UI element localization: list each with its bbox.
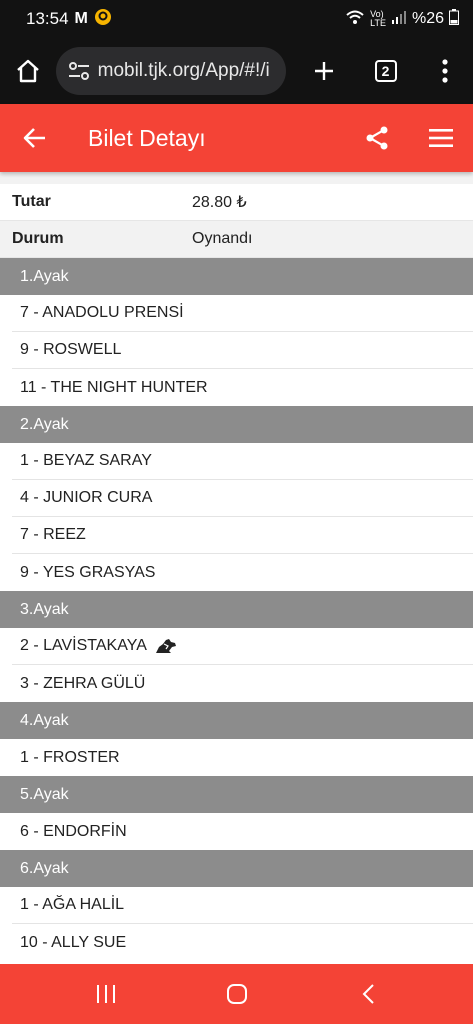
- volte-icon: Vo) LTE: [370, 9, 386, 28]
- horse-name: 3 - ZEHRA GÜLÜ: [20, 674, 146, 692]
- horse-name: 2 - LAVİSTAKAYA: [20, 637, 147, 654]
- status-time: 13:54: [26, 9, 69, 28]
- leg-horse-list: 6 - ENDORFİN: [0, 813, 473, 850]
- horse-row: 11 - THE NIGHT HUNTER: [12, 369, 473, 406]
- horse-row: 1 - BEYAZ SARAY: [12, 443, 473, 480]
- url-text: mobil.tjk.org/App/#!/i: [97, 60, 270, 81]
- arrow-back-icon: [23, 128, 45, 148]
- back-nav-button[interactable]: [338, 964, 398, 1024]
- leg-header: 1.Ayak: [0, 258, 473, 295]
- leg-header: 6.Ayak: [0, 850, 473, 887]
- horse-name: 1 - BEYAZ SARAY: [20, 452, 152, 469]
- horse-name: 7 - REEZ: [20, 526, 86, 543]
- horse-row: 6 - ENDORFİN: [12, 813, 473, 850]
- chevron-left-icon: [362, 984, 374, 1004]
- battery-icon: [449, 8, 459, 30]
- leg-horse-list: 1 - AĞA HALİL 10 - ALLY SUE: [0, 887, 473, 961]
- horse-row: 4 - JUNIOR CURA: [12, 480, 473, 517]
- browser-toolbar: mobil.tjk.org/App/#!/i 2: [0, 38, 473, 104]
- ticket-detail-content[interactable]: Tutar 28.80 ₺ Durum Oynandı 1.Ayak 7 - ANADO…: [0, 172, 473, 964]
- horse-row: 1 - AĞA HALİL: [12, 887, 473, 924]
- horse-name: 1 - FROSTER: [20, 748, 120, 766]
- info-row: Tutar 28.80 ₺: [0, 184, 473, 221]
- leg-horse-list: 7 - ANADOLU PRENSİ 9 - ROSWELL 11 - THE NI…: [0, 295, 473, 406]
- horse-row: 9 - YES GRASYAS: [12, 554, 473, 591]
- share-button[interactable]: [345, 104, 409, 172]
- horse-name: 9 - ROSWELL: [20, 341, 122, 358]
- ticket-info-list: Tutar 28.80 ₺ Durum Oynandı: [0, 184, 473, 258]
- more-vert-icon: [442, 59, 448, 83]
- tab-count: 2: [374, 60, 397, 82]
- menu-button[interactable]: [409, 104, 473, 172]
- gmail-icon: M: [74, 10, 88, 27]
- horse-row: 2 - LAVİSTAKAYA: [12, 628, 473, 665]
- horse-name: 4 - JUNIOR CURA: [20, 489, 153, 506]
- horse-name: 7 - ANADOLU PRENSİ: [20, 304, 184, 321]
- address-bar[interactable]: mobil.tjk.org/App/#!/i: [55, 47, 287, 95]
- horse-row: 1 - FROSTER: [12, 739, 473, 776]
- horse-name: 9 - YES GRASYAS: [20, 563, 156, 581]
- plus-icon: [314, 62, 333, 80]
- leg-horse-list: 2 - LAVİSTAKAYA 3 - ZEHRA GÜLÜ: [0, 628, 473, 702]
- info-value: 28.80 ₺: [192, 194, 247, 211]
- leg-header: 2.Ayak: [0, 406, 473, 443]
- leg-header: 3.Ayak: [0, 591, 473, 628]
- wifi-icon: [345, 9, 365, 30]
- share-icon: [366, 126, 388, 150]
- back-button[interactable]: [0, 104, 70, 172]
- app-header: Bilet Detayı: [0, 104, 473, 172]
- battery-level: %26: [411, 10, 444, 27]
- home-button[interactable]: [0, 38, 56, 104]
- info-row: Durum Oynandı: [0, 221, 473, 258]
- leg-horse-list: 1 - BEYAZ SARAY 4 - JUNIOR CURA 7 - REEZ 9 …: [0, 443, 473, 591]
- horse-name: 11 - THE NIGHT HUNTER: [20, 378, 208, 396]
- horse-name: 10 - ALLY SUE: [20, 933, 127, 951]
- winner-horse-icon: [155, 638, 177, 654]
- leg-header: 5.Ayak: [0, 776, 473, 813]
- app-notification-icon: [94, 8, 112, 31]
- horse-row: 10 - ALLY SUE: [12, 924, 473, 961]
- new-tab-button[interactable]: [296, 38, 352, 104]
- horse-row: 7 - ANADOLU PRENSİ: [12, 295, 473, 332]
- horse-name: 1 - AĞA HALİL: [20, 896, 125, 913]
- horse-name: 6 - ENDORFİN: [20, 822, 127, 840]
- horse-row: 7 - REEZ: [12, 517, 473, 554]
- tab-switcher-button[interactable]: 2: [358, 38, 414, 104]
- signal-icon: [391, 10, 407, 29]
- home-nav-button[interactable]: [207, 964, 267, 1024]
- home-circle-icon: [226, 984, 247, 1004]
- hamburger-icon: [429, 129, 453, 147]
- status-bar: 13:54 M Vo) LTE %26: [0, 0, 473, 38]
- site-settings-icon: [68, 62, 89, 80]
- recent-apps-button[interactable]: [76, 964, 136, 1024]
- info-label: Tutar: [12, 193, 51, 210]
- recent-apps-icon: [96, 985, 115, 1003]
- browser-menu-button[interactable]: [417, 38, 473, 104]
- legs-list: 1.Ayak 7 - ANADOLU PRENSİ 9 - ROSWELL 11 - …: [0, 258, 473, 961]
- page-title: Bilet Detayı: [88, 124, 206, 151]
- home-icon: [17, 59, 39, 83]
- info-value: Oynandı: [192, 230, 253, 247]
- horse-row: 9 - ROSWELL: [12, 332, 473, 369]
- info-row-partial: [0, 172, 473, 184]
- leg-header: 4.Ayak: [0, 702, 473, 739]
- leg-horse-list: 1 - FROSTER: [0, 739, 473, 776]
- system-nav-bar: [0, 964, 473, 1024]
- horse-row: 3 - ZEHRA GÜLÜ: [12, 665, 473, 702]
- info-label: Durum: [12, 230, 64, 247]
